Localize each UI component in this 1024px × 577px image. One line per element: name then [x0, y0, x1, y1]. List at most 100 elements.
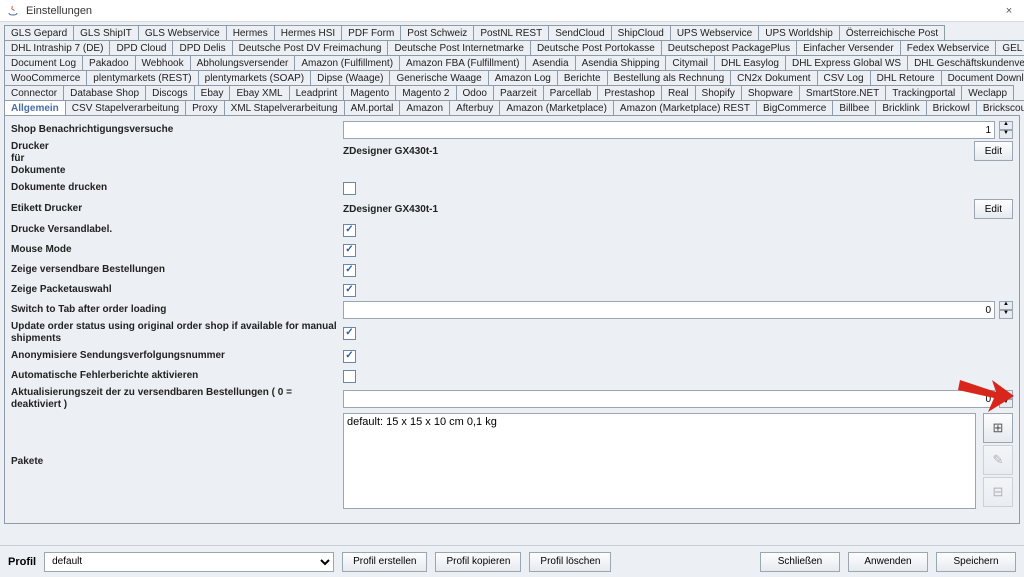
tab[interactable]: Brickscout [976, 100, 1024, 115]
tab[interactable]: Real [661, 85, 696, 100]
tab[interactable]: Amazon [399, 100, 450, 115]
tab[interactable]: Ebay [194, 85, 231, 100]
tab[interactable]: Bricklink [875, 100, 926, 115]
tab[interactable]: Parcellab [543, 85, 599, 100]
tab[interactable]: Connector [4, 85, 64, 100]
tab[interactable]: Generische Waage [389, 70, 488, 85]
tab[interactable]: Weclapp [961, 85, 1014, 100]
tab[interactable]: Document Downloader [941, 70, 1024, 85]
spin-up-icon[interactable]: ▲ [999, 301, 1013, 310]
list-item[interactable]: default: 15 x 15 x 10 cm 0,1 kg [347, 416, 972, 428]
tab[interactable]: ShipCloud [611, 25, 671, 40]
mouse-mode-checkbox[interactable] [343, 244, 356, 257]
tab[interactable]: Leadprint [289, 85, 345, 100]
switch-tab-input[interactable] [343, 301, 995, 319]
tab[interactable]: Shopware [741, 85, 800, 100]
tab[interactable]: Hermes [226, 25, 275, 40]
tab[interactable]: GEL Express [995, 40, 1024, 55]
tab[interactable]: AM.portal [344, 100, 401, 115]
tab[interactable]: Hermes HSI [274, 25, 342, 40]
tab[interactable]: GLS Webservice [138, 25, 227, 40]
tab[interactable]: Amazon FBA (Fulfillment) [399, 55, 526, 70]
tab[interactable]: PDF Form [341, 25, 401, 40]
tab[interactable]: plentymarkets (SOAP) [198, 70, 311, 85]
spin-down-icon[interactable]: ▼ [999, 399, 1013, 408]
tab[interactable]: CSV Log [817, 70, 871, 85]
tab[interactable]: DPD Delis [172, 40, 232, 55]
tab[interactable]: Asendia Shipping [575, 55, 667, 70]
shop-notif-spinner[interactable]: ▲▼ [999, 121, 1013, 139]
print-docs-checkbox[interactable] [343, 182, 356, 195]
tab[interactable]: DHL Geschäftskundenversand [907, 55, 1024, 70]
tab[interactable]: DHL Retoure [870, 70, 942, 85]
package-delete-button[interactable]: ⊟ [983, 477, 1013, 507]
tab[interactable]: Pakadoo [82, 55, 135, 70]
tab[interactable]: Ebay XML [229, 85, 289, 100]
tab[interactable]: Amazon (Fulfillment) [294, 55, 400, 70]
tab[interactable]: Magento [343, 85, 396, 100]
tab[interactable]: DHL Intraship 7 (DE) [4, 40, 110, 55]
tab[interactable]: plentymarkets (REST) [86, 70, 198, 85]
tab[interactable]: UPS Webservice [670, 25, 759, 40]
tab[interactable]: GLS Gepard [4, 25, 74, 40]
show-ship-checkbox[interactable] [343, 264, 356, 277]
tab[interactable]: Dipse (Waage) [310, 70, 390, 85]
tab[interactable]: BigCommerce [756, 100, 833, 115]
tab[interactable]: Deutsche Post Portokasse [530, 40, 662, 55]
tab[interactable]: WooCommerce [4, 70, 87, 85]
tab[interactable]: Fedex Webservice [900, 40, 997, 55]
show-pkg-checkbox[interactable] [343, 284, 356, 297]
tab[interactable]: Amazon (Marketplace) REST [613, 100, 757, 115]
tab[interactable]: GLS ShipIT [73, 25, 139, 40]
tab[interactable]: Document Log [4, 55, 83, 70]
tab[interactable]: DHL Easylog [714, 55, 786, 70]
save-button[interactable]: Speichern [936, 552, 1016, 572]
tab[interactable]: Trackingportal [885, 85, 962, 100]
tab[interactable]: Prestashop [597, 85, 662, 100]
close-button[interactable]: Schließen [760, 552, 840, 572]
tab[interactable]: UPS Worldship [758, 25, 840, 40]
tab[interactable]: Afterbuy [449, 100, 500, 115]
close-button[interactable]: × [1000, 2, 1018, 20]
tab[interactable]: CSV Stapelverarbeitung [65, 100, 186, 115]
upd-status-checkbox[interactable] [343, 327, 356, 340]
tab[interactable]: Billbee [832, 100, 876, 115]
tab[interactable]: Paarzeit [493, 85, 544, 100]
doc-printer-edit-button[interactable]: Edit [974, 141, 1013, 161]
package-edit-button[interactable]: ✎ [983, 445, 1013, 475]
delete-profile-button[interactable]: Profil löschen [529, 552, 611, 572]
spin-up-icon[interactable]: ▲ [999, 121, 1013, 130]
tab[interactable]: Bestellung als Rechnung [607, 70, 732, 85]
tab[interactable]: Post Schweiz [400, 25, 474, 40]
tab[interactable]: DPD Cloud [109, 40, 173, 55]
switch-tab-spinner[interactable]: ▲▼ [999, 301, 1013, 319]
tab[interactable]: Database Shop [63, 85, 146, 100]
tab[interactable]: Allgemein [4, 100, 66, 115]
tab[interactable]: XML Stapelverarbeitung [224, 100, 345, 115]
tab[interactable]: Proxy [185, 100, 225, 115]
print-ship-checkbox[interactable] [343, 224, 356, 237]
tab[interactable]: Deutschepost PackagePlus [661, 40, 797, 55]
tab[interactable]: SmartStore.NET [799, 85, 886, 100]
package-add-button[interactable]: ⊞ [983, 413, 1013, 443]
tab[interactable]: Webhook [135, 55, 191, 70]
refresh-input[interactable] [343, 390, 995, 408]
copy-profile-button[interactable]: Profil kopieren [435, 552, 521, 572]
profile-select[interactable]: default [44, 552, 334, 572]
packages-list[interactable]: default: 15 x 15 x 10 cm 0,1 kg [343, 413, 976, 509]
tab[interactable]: PostNL REST [473, 25, 549, 40]
tab[interactable]: CN2x Dokument [730, 70, 817, 85]
spin-down-icon[interactable]: ▼ [999, 130, 1013, 139]
tab[interactable]: Odoo [456, 85, 494, 100]
tab[interactable]: DHL Express Global WS [785, 55, 908, 70]
tab[interactable]: Österreichische Post [839, 25, 945, 40]
tab[interactable]: Amazon (Marketplace) [499, 100, 614, 115]
tab[interactable]: Abholungsversender [190, 55, 296, 70]
anon-checkbox[interactable] [343, 350, 356, 363]
label-printer-edit-button[interactable]: Edit [974, 199, 1013, 219]
tab[interactable]: Brickowl [926, 100, 977, 115]
tab[interactable]: Berichte [557, 70, 608, 85]
tab[interactable]: Magento 2 [395, 85, 456, 100]
spin-up-icon[interactable]: ▲ [999, 390, 1013, 399]
spin-down-icon[interactable]: ▼ [999, 310, 1013, 319]
